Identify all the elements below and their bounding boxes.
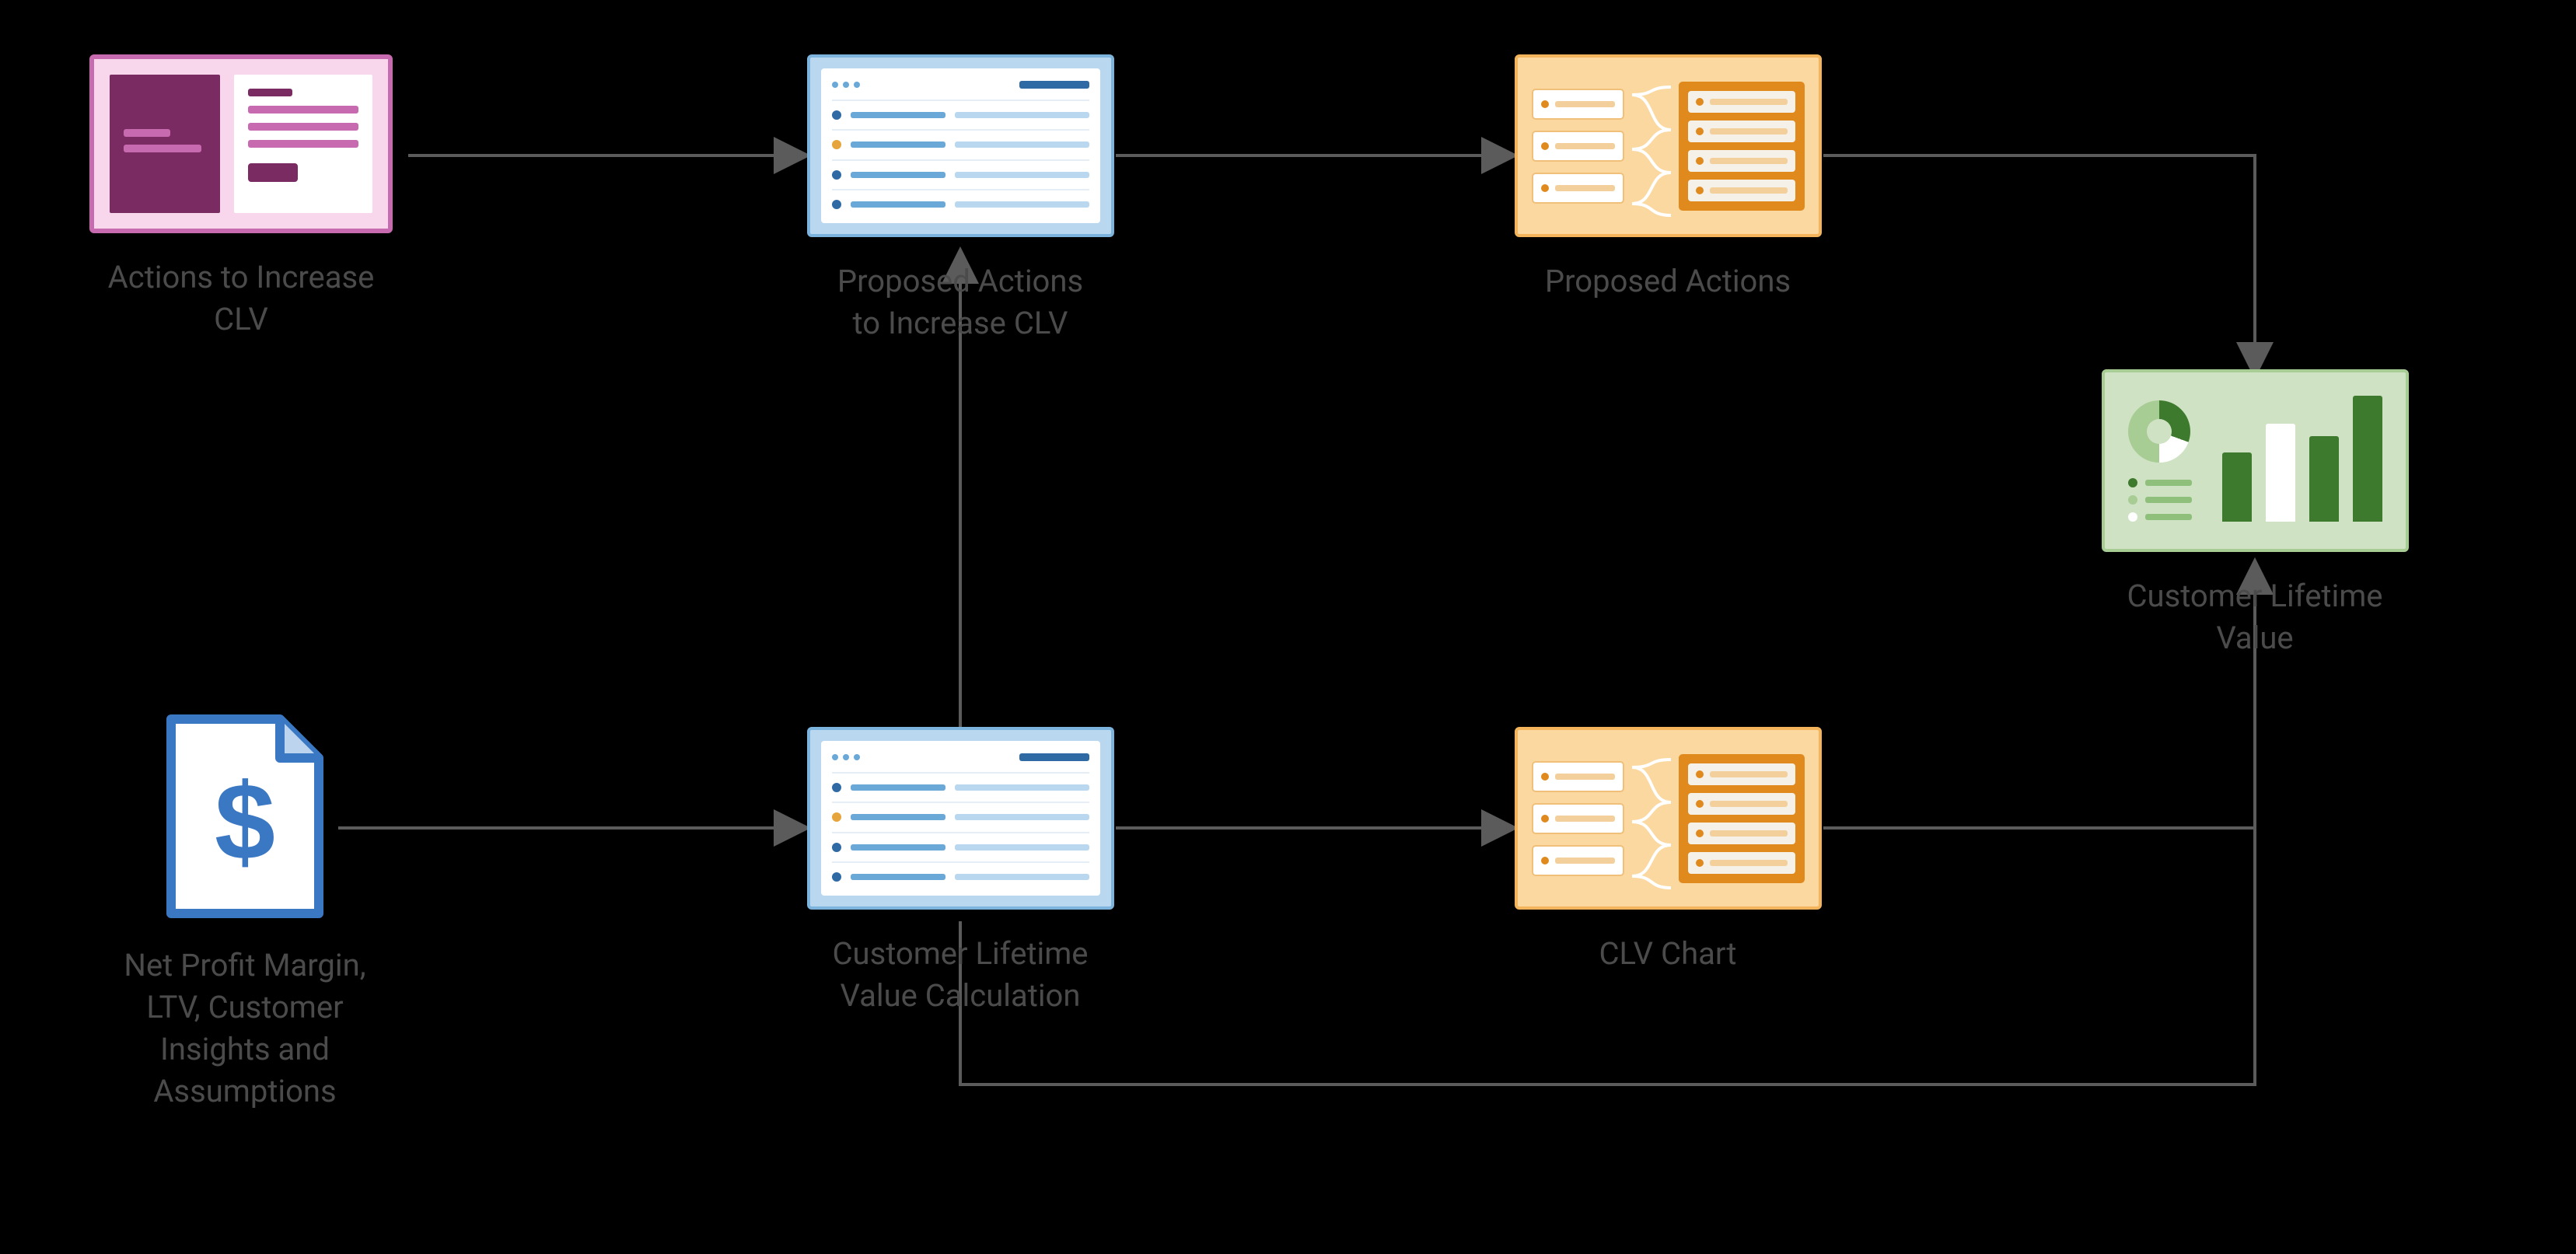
node-label: Customer LifetimeValue Calculation bbox=[793, 933, 1127, 1017]
node-label: CLV Chart bbox=[1501, 933, 1835, 975]
node-label: Actions to IncreaseCLV bbox=[74, 257, 408, 341]
diagram-canvas: Actions to IncreaseCLV Proposed Actionst… bbox=[0, 0, 2576, 1254]
node-label: Net Profit Margin,LTV, CustomerInsights … bbox=[78, 945, 412, 1113]
document-dollar-icon: $ bbox=[163, 711, 327, 921]
mapping-icon bbox=[1515, 54, 1822, 237]
node-net-profit: $ Net Profit Margin,LTV, CustomerInsight… bbox=[78, 711, 412, 1113]
node-label: Proposed Actionsto Increase CLV bbox=[793, 260, 1127, 344]
pie-icon bbox=[2128, 400, 2190, 463]
list-icon bbox=[807, 54, 1114, 237]
node-clv-dashboard: Customer LifetimeValue bbox=[2088, 369, 2422, 659]
node-proposed-actions: Proposed Actions bbox=[1501, 54, 1835, 302]
bars-icon bbox=[2214, 372, 2406, 549]
list-icon bbox=[807, 727, 1114, 910]
node-clv-calc: Customer LifetimeValue Calculation bbox=[793, 727, 1127, 1017]
node-label: Customer LifetimeValue bbox=[2088, 575, 2422, 659]
legend-icon bbox=[2128, 478, 2192, 522]
node-actions-increase-clv: Actions to IncreaseCLV bbox=[74, 54, 408, 341]
svg-text:$: $ bbox=[215, 760, 275, 882]
node-clv-chart: CLV Chart bbox=[1501, 727, 1835, 975]
card-icon bbox=[89, 54, 393, 233]
node-label: Proposed Actions bbox=[1501, 260, 1835, 302]
node-proposed-actions-clv: Proposed Actionsto Increase CLV bbox=[793, 54, 1127, 344]
dashboard-icon bbox=[2102, 369, 2409, 552]
mapping-icon bbox=[1515, 727, 1822, 910]
